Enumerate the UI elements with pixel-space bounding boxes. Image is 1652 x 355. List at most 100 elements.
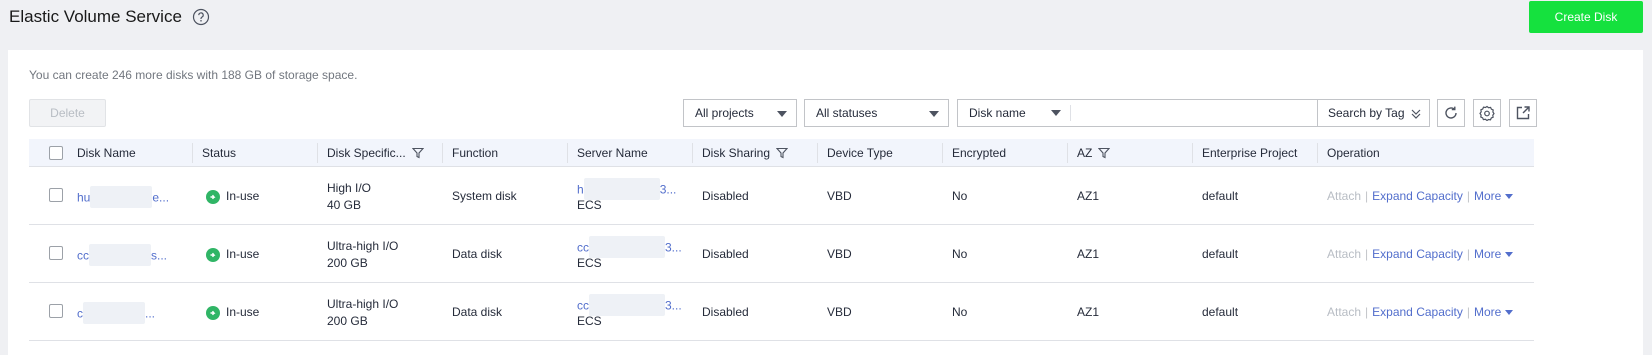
encrypted: No — [952, 247, 968, 261]
enterprise-project: default — [1202, 189, 1239, 203]
column-divider — [192, 143, 193, 163]
refresh-icon — [1445, 106, 1457, 119]
separator: | — [1365, 305, 1369, 319]
delete-button[interactable]: Delete — [29, 99, 106, 127]
server-type: ECS — [577, 198, 602, 212]
more-button[interactable]: More — [1474, 305, 1514, 319]
column-server-name[interactable]: Server Name — [577, 139, 648, 167]
quota-text: You can create 246 more disks with 188 G… — [29, 68, 358, 82]
column-status[interactable]: Status — [202, 139, 236, 167]
disk-function: Data disk — [452, 247, 503, 261]
more-label: More — [1474, 247, 1502, 261]
masked-text — [83, 302, 145, 324]
settings-button[interactable] — [1473, 99, 1501, 127]
column-divider — [817, 143, 818, 163]
row-checkbox[interactable] — [49, 188, 63, 202]
more-button[interactable]: More — [1474, 247, 1514, 261]
disk-name-link[interactable]: c... — [77, 302, 155, 324]
status-ok-icon — [206, 248, 220, 262]
status-ok-icon — [206, 190, 220, 204]
project-select-value: All projects — [695, 106, 754, 120]
filter-icon[interactable] — [776, 147, 789, 159]
column-encrypted[interactable]: Encrypted — [952, 139, 1006, 167]
disk-name-link[interactable]: cc s... — [77, 244, 168, 266]
separator: | — [1365, 247, 1369, 261]
search-input[interactable] — [1071, 100, 1271, 126]
server-name-prefix: cc — [577, 298, 589, 313]
attach-button: Attach — [1327, 247, 1362, 261]
server-name-suffix: 3... — [659, 182, 677, 197]
column-device-type[interactable]: Device Type — [827, 139, 893, 167]
column-disk-specification-label: Disk Specific... — [327, 146, 406, 160]
export-button[interactable] — [1509, 99, 1537, 127]
search-box: Disk name — [957, 99, 1355, 127]
attach-button: Attach — [1327, 305, 1362, 319]
status-select[interactable]: All statuses — [804, 99, 949, 127]
column-disk-specification[interactable]: Disk Specific... — [327, 139, 424, 167]
filter-icon[interactable] — [411, 147, 424, 159]
encrypted: No — [952, 189, 968, 203]
column-divider — [567, 143, 568, 163]
status-text: In-use — [226, 305, 260, 319]
availability-zone: AZ1 — [1077, 189, 1100, 203]
column-az-label: AZ — [1077, 146, 1093, 160]
select-all-checkbox[interactable] — [49, 146, 63, 160]
filter-icon[interactable] — [1098, 147, 1111, 159]
disk-spec-size: 200 GB — [327, 256, 368, 270]
disk-name-suffix: e... — [152, 190, 170, 205]
server-type: ECS — [577, 256, 602, 270]
disk-function: System disk — [452, 189, 517, 203]
more-button[interactable]: More — [1474, 189, 1514, 203]
expand-capacity-button[interactable]: Expand Capacity — [1372, 305, 1463, 319]
column-function[interactable]: Function — [452, 139, 498, 167]
column-divider — [442, 143, 443, 163]
disk-name-prefix: hu — [77, 190, 91, 205]
column-divider — [692, 143, 693, 163]
create-disk-button[interactable]: Create Disk — [1529, 1, 1643, 33]
disk-table: Disk Name Status Disk Specific... Functi… — [29, 139, 1534, 341]
chevron-down-icon — [929, 111, 939, 117]
encrypted: No — [952, 305, 968, 319]
chevron-down-icon — [1505, 252, 1514, 258]
expand-capacity-button[interactable]: Expand Capacity — [1372, 247, 1463, 261]
masked-text — [89, 244, 151, 266]
row-checkbox[interactable] — [49, 246, 63, 260]
help-icon[interactable] — [192, 8, 210, 26]
operations: Attach | Expand Capacity | More — [1327, 305, 1514, 319]
export-icon — [1516, 106, 1530, 120]
refresh-button[interactable] — [1437, 99, 1465, 127]
column-divider — [1067, 143, 1068, 163]
enterprise-project: default — [1202, 247, 1239, 261]
disk-sharing: Disabled — [702, 305, 749, 319]
disk-spec-type: Ultra-high I/O — [327, 297, 399, 311]
disk-spec-type: High I/O — [327, 181, 372, 195]
column-divider — [942, 143, 943, 163]
column-enterprise-project[interactable]: Enterprise Project — [1202, 139, 1297, 167]
separator: | — [1466, 247, 1471, 261]
search-by-tag-button[interactable]: Search by Tag — [1317, 99, 1430, 127]
device-type: VBD — [827, 189, 852, 203]
disk-spec-size: 200 GB — [327, 314, 368, 328]
chevron-down-icon — [1505, 310, 1514, 316]
column-disk-name[interactable]: Disk Name — [77, 139, 136, 167]
search-field-select[interactable]: Disk name — [958, 100, 1070, 126]
disk-spec-size: 40 GB — [327, 198, 362, 212]
expand-capacity-button[interactable]: Expand Capacity — [1372, 189, 1463, 203]
separator: | — [1365, 189, 1369, 203]
column-divider — [317, 143, 318, 163]
operations: Attach | Expand Capacity | More — [1327, 189, 1514, 203]
column-divider — [1192, 143, 1193, 163]
server-name-suffix: 3... — [665, 298, 682, 313]
disk-sharing: Disabled — [702, 247, 749, 261]
column-operation: Operation — [1327, 146, 1380, 160]
disk-name-suffix: s... — [151, 248, 168, 263]
column-az[interactable]: AZ — [1077, 139, 1111, 167]
column-disk-sharing[interactable]: Disk Sharing — [702, 139, 789, 167]
disk-name-link[interactable]: hu e... — [77, 186, 170, 208]
row-checkbox[interactable] — [49, 304, 63, 318]
status-text: In-use — [226, 247, 260, 261]
project-select[interactable]: All projects — [683, 99, 797, 127]
server-name-prefix: h — [577, 182, 584, 197]
server-name-prefix: cc — [577, 240, 589, 255]
availability-zone: AZ1 — [1077, 305, 1100, 319]
